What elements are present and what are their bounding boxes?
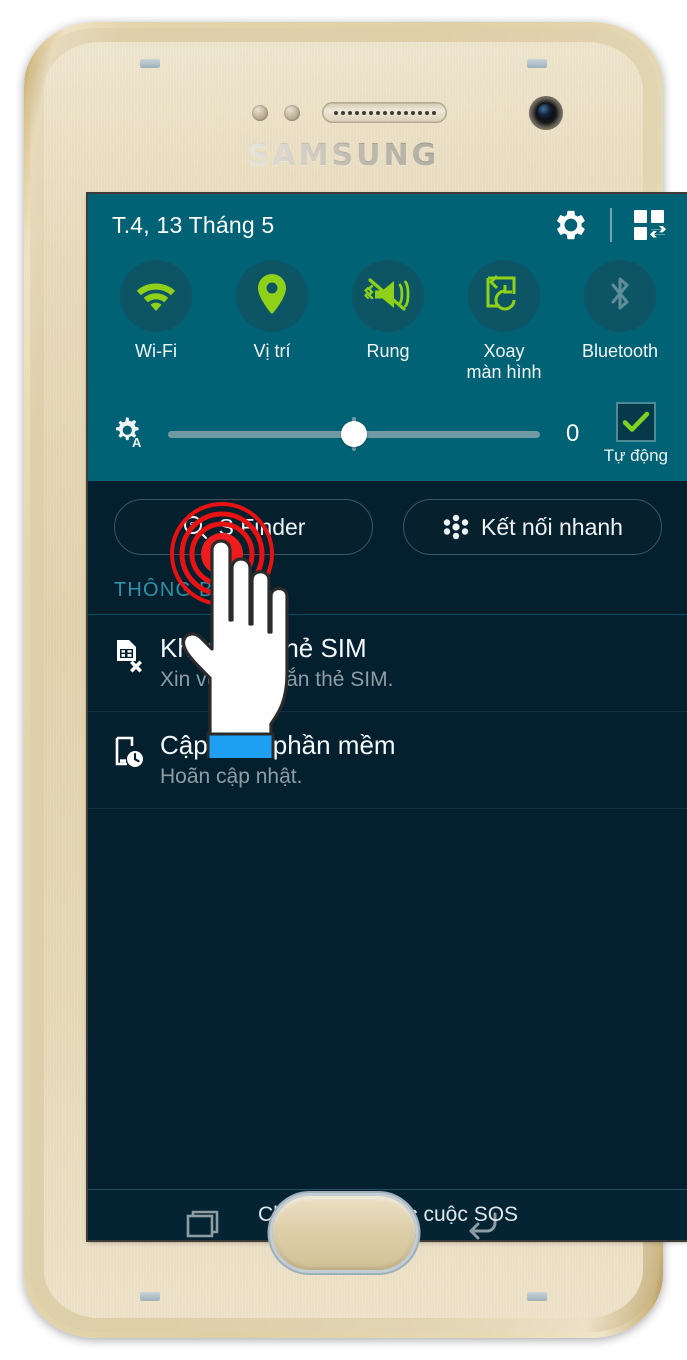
software-update-icon [114, 729, 160, 778]
s-finder-label: S Finder [218, 513, 306, 540]
antenna-band-bottom-left [140, 1292, 160, 1301]
quick-toggle-row: Wi-Fi Vị trí Rung Xoay màn hình Bluetoot… [88, 256, 687, 393]
slider-thumb[interactable] [340, 421, 367, 447]
notifications-section-title: THÔNG BÁO [88, 569, 687, 615]
quick-settings-panel: T.4, 13 Tháng 5 Wi-Fi Vị trí Rung Xoay m… [88, 194, 687, 481]
search-icon: S [183, 516, 207, 539]
phone-screen: T.4, 13 Tháng 5 Wi-Fi Vị trí Rung Xoay m… [88, 194, 687, 1240]
toggle-circle [352, 260, 424, 332]
notification-empty-space [88, 809, 687, 1189]
phone-front-panel: SAMSUNG T.4, 13 Tháng 5 Wi-Fi Vị trí Run… [44, 42, 687, 1318]
brightness-row: A 0 Tự động [88, 393, 687, 481]
toggle-circle [120, 260, 192, 332]
phone-device: SAMSUNG T.4, 13 Tháng 5 Wi-Fi Vị trí Run… [24, 22, 687, 1338]
sim-card-error-icon [114, 632, 160, 681]
quick-toggle-vibrate[interactable]: Rung [330, 260, 446, 383]
antenna-band-top-right [527, 59, 547, 68]
quick-toggle-label: Wi-Fi [135, 341, 177, 361]
brightness-value: 0 [566, 420, 580, 447]
gear-icon[interactable] [554, 208, 588, 242]
notification-title: Cập nhật phần mềm [160, 730, 396, 760]
bluetooth-icon [605, 273, 635, 320]
recents-key[interactable] [184, 1204, 226, 1246]
s-finder-button[interactable]: S S Finder [114, 499, 373, 555]
screen-rotation-icon [484, 274, 524, 319]
toggle-circle [584, 260, 656, 332]
notification-list: Không có thẻ SIM Xin vui lòng gắn thẻ SI… [88, 615, 687, 1189]
check-icon [622, 411, 650, 432]
earpiece-speaker [322, 102, 447, 123]
quick-toggle-label: Vị trí [253, 341, 291, 361]
notification-item[interactable]: Cập nhật phần mềm Hoãn cập nhật. [88, 712, 687, 809]
samsung-logo: SAMSUNG [44, 138, 643, 173]
auto-brightness-checkbox[interactable] [615, 402, 656, 442]
location-pin-icon [257, 273, 287, 320]
svg-text:A: A [132, 435, 142, 450]
quick-connect-label: Kết nối nhanh [481, 513, 623, 540]
wifi-icon [133, 276, 179, 317]
quick-settings-header: T.4, 13 Tháng 5 [88, 194, 687, 256]
proximity-sensor-icon [252, 105, 268, 121]
grid-edit-icon[interactable] [634, 210, 666, 240]
svg-text:S: S [189, 520, 195, 532]
date-label: T.4, 13 Tháng 5 [112, 211, 275, 238]
quick-connect-icon [443, 514, 469, 540]
notification-item[interactable]: Không có thẻ SIM Xin vui lòng gắn thẻ SI… [88, 615, 687, 712]
quick-connect-button[interactable]: Kết nối nhanh [403, 499, 662, 555]
antenna-band-top-left [140, 59, 160, 68]
quick-toggle-label: Xoay màn hình [466, 341, 542, 382]
toggle-circle [236, 260, 308, 332]
back-key[interactable] [461, 1204, 503, 1246]
light-sensor-icon [284, 105, 300, 121]
auto-brightness-label: Tự động [603, 446, 668, 465]
home-button[interactable] [272, 1196, 415, 1270]
brightness-auto-icon: A [110, 414, 146, 455]
front-camera-icon [529, 96, 563, 130]
notification-panel: S S Finder Kết nối nhanh THÔNG BÁO Không… [88, 481, 687, 1240]
quick-toggle-bluetooth[interactable]: Bluetooth [562, 260, 678, 383]
quick-toggle-location[interactable]: Vị trí [214, 260, 330, 383]
header-divider [610, 208, 612, 242]
toggle-circle [468, 260, 540, 332]
auto-brightness-toggle[interactable]: Tự động [604, 402, 668, 466]
phone-bezel: SAMSUNG T.4, 13 Tháng 5 Wi-Fi Vị trí Run… [30, 28, 687, 1332]
quick-toggle-wifi[interactable]: Wi-Fi [98, 260, 214, 383]
quick-toggle-screen-rotation[interactable]: Xoay màn hình [446, 260, 562, 383]
quick-toggle-label: Rung [366, 341, 410, 361]
antenna-band-bottom-right [527, 1292, 547, 1301]
vibrate-mute-icon [363, 274, 412, 319]
notification-title: Không có thẻ SIM [160, 633, 367, 663]
notification-subtitle: Hoãn cập nhật. [160, 765, 303, 788]
brightness-slider[interactable] [168, 414, 540, 454]
notification-subtitle: Xin vui lòng gắn thẻ SIM. [160, 668, 394, 691]
quick-toggle-label: Bluetooth [581, 341, 659, 361]
action-button-row: S S Finder Kết nối nhanh [88, 481, 687, 569]
